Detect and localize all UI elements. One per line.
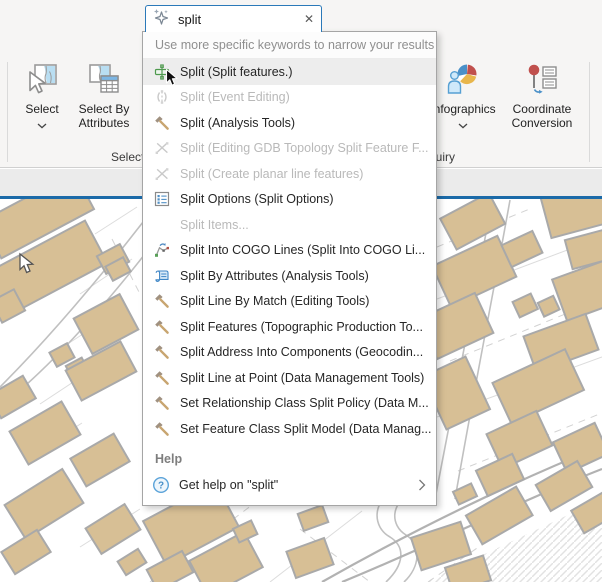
svg-text:?: ? <box>158 480 164 491</box>
search-result-item[interactable]: Split Line By Match (Editing Tools) <box>143 289 436 315</box>
topology-split-icon <box>153 166 171 182</box>
search-result-item[interactable]: Split Line at Point (Data Management Too… <box>143 365 436 391</box>
search-result-item[interactable]: Set Feature Class Split Model (Data Mana… <box>143 416 436 442</box>
close-icon[interactable]: ✕ <box>304 12 314 26</box>
search-result-label: Split By Attributes (Analysis Tools) <box>180 269 369 283</box>
search-result-label: Split Into COGO Lines (Split Into COGO L… <box>180 243 425 257</box>
search-result-item[interactable]: Split By Attributes (Analysis Tools) <box>143 263 436 289</box>
mouse-cursor-icon <box>165 68 178 93</box>
search-result-label: Split (Event Editing) <box>180 90 290 104</box>
search-result-item[interactable]: Split Features (Topographic Production T… <box>143 314 436 340</box>
search-results-list: Split (Split features.) Split (Event Edit… <box>143 59 436 442</box>
select-by-attributes-button[interactable]: Select By Attributes <box>72 62 136 130</box>
get-help-link[interactable]: ? Get help on "split" <box>143 470 436 500</box>
select-by-attributes-label: Select By Attributes <box>72 102 136 130</box>
search-result-item[interactable]: Split Into COGO Lines (Split Into COGO L… <box>143 238 436 264</box>
hammer-tool-icon <box>153 115 171 131</box>
search-result-label: Split (Create planar line features) <box>180 167 363 181</box>
chevron-right-icon <box>418 479 426 491</box>
hammer-tool-icon <box>153 344 171 360</box>
search-hint-text: Use more specific keywords to narrow you… <box>143 32 436 59</box>
search-result-item[interactable]: Split Address Into Components (Geocodin.… <box>143 340 436 366</box>
hammer-tool-icon <box>153 421 171 437</box>
help-circle-icon: ? <box>152 476 170 494</box>
search-result-item[interactable]: Set Relationship Class Split Policy (Dat… <box>143 391 436 417</box>
search-result-label: Split (Editing GDB Topology Split Featur… <box>180 141 429 155</box>
hammer-tool-icon <box>153 370 171 386</box>
group-divider <box>589 62 590 162</box>
command-search-sparkle-icon <box>153 8 169 31</box>
search-result-label: Split Options (Split Options) <box>180 192 334 206</box>
search-result-label: Split (Split features.) <box>180 65 293 79</box>
command-search-input[interactable]: split ✕ <box>145 5 322 32</box>
search-result-item: Split (Create planar line features) <box>143 161 436 187</box>
search-result-label: Split Line at Point (Data Management Too… <box>180 371 424 385</box>
search-result-item[interactable]: Split (Analysis Tools) <box>143 110 436 136</box>
search-result-label: Split Features (Topographic Production T… <box>180 320 423 334</box>
search-result-item: Split (Event Editing) <box>143 85 436 111</box>
search-result-label: Set Feature Class Split Model (Data Mana… <box>180 422 432 436</box>
infographics-label: Infographics <box>430 102 495 116</box>
script-scroll-icon <box>153 268 171 284</box>
search-result-item[interactable]: Split Options (Split Options) <box>143 187 436 213</box>
search-result-label: Split Line By Match (Editing Tools) <box>180 294 369 308</box>
coordinate-conversion-icon <box>525 62 559 99</box>
search-results-dropdown: Use more specific keywords to narrow you… <box>142 31 437 506</box>
search-result-item[interactable]: Split (Split features.) <box>143 59 436 85</box>
search-result-label: Set Relationship Class Split Policy (Dat… <box>180 396 429 410</box>
coordinate-conversion-label: Coordinate Conversion <box>505 102 579 130</box>
search-result-item: Split (Editing GDB Topology Split Featur… <box>143 136 436 162</box>
coordinate-conversion-button[interactable]: Coordinate Conversion <box>505 62 579 130</box>
hammer-tool-icon <box>153 319 171 335</box>
help-section-header: Help <box>143 448 436 470</box>
search-result-label: Split Items... <box>180 218 249 232</box>
select-tool-icon <box>25 62 59 99</box>
chevron-down-icon[interactable] <box>458 118 468 132</box>
search-result-label: Split (Analysis Tools) <box>180 116 295 130</box>
search-input-value: split <box>178 12 304 27</box>
get-help-label: Get help on "split" <box>179 478 278 492</box>
select-by-attributes-icon <box>87 62 121 99</box>
hammer-tool-icon <box>153 395 171 411</box>
select-button-label: Select <box>25 102 58 116</box>
topology-split-icon <box>153 140 171 156</box>
cogo-lines-icon <box>153 242 171 258</box>
chevron-down-icon[interactable] <box>37 118 47 132</box>
search-result-item: Split Items... <box>143 212 436 238</box>
group-divider <box>7 62 8 162</box>
search-result-label: Split Address Into Components (Geocodin.… <box>180 345 423 359</box>
hammer-tool-icon <box>153 293 171 309</box>
infographics-icon <box>446 62 480 99</box>
split-options-icon <box>153 191 171 207</box>
select-button[interactable]: Select <box>14 62 70 132</box>
